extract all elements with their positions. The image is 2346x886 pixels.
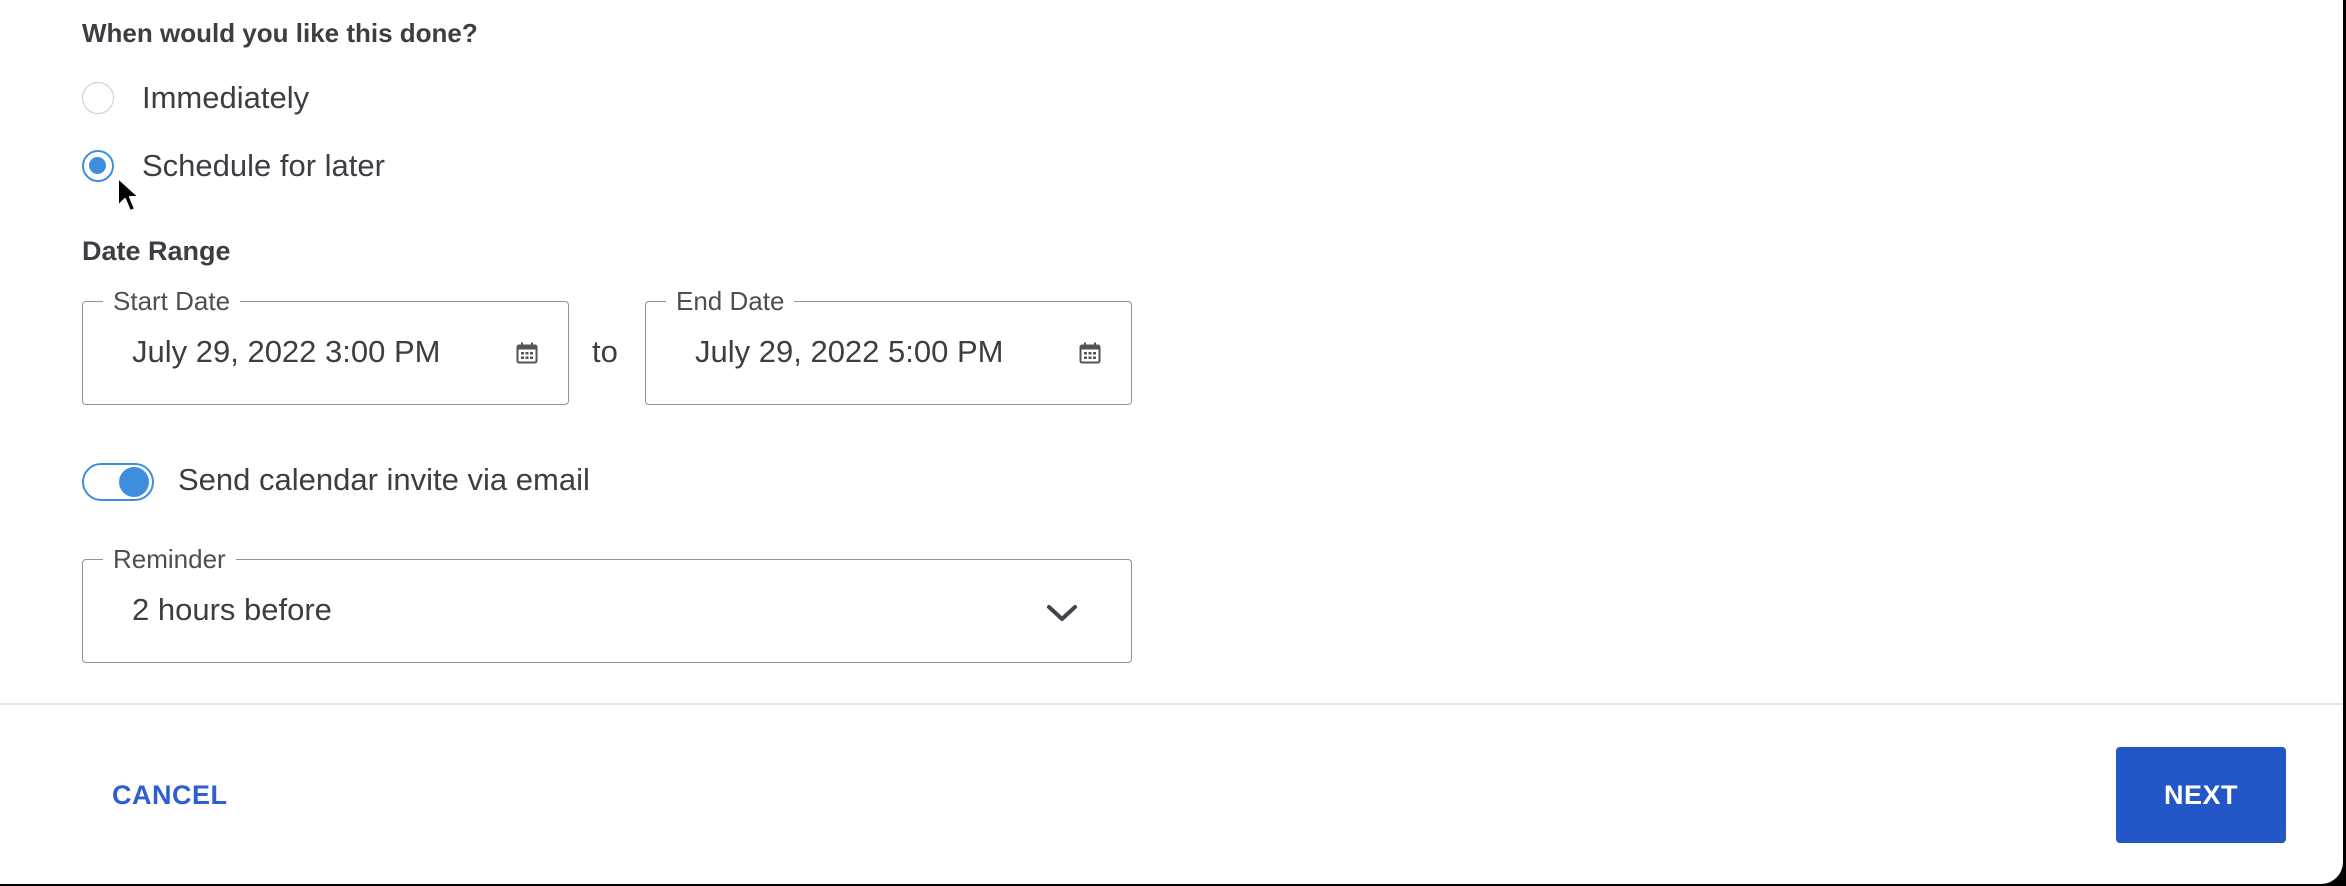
cancel-button[interactable]: CANCEL (98, 772, 242, 819)
reminder-value: 2 hours before (132, 592, 332, 627)
reminder-label: Reminder (103, 542, 236, 576)
radio-button-immediately[interactable] (82, 82, 114, 114)
start-date-label: Start Date (103, 284, 241, 318)
date-range-label: Date Range (82, 236, 231, 266)
calendar-icon[interactable] (1079, 342, 1101, 364)
radio-option-immediately[interactable]: Immediately (82, 80, 309, 116)
toggle-knob (119, 467, 149, 497)
start-date-field[interactable]: Start Date July 29, 2022 3:00 PM (82, 284, 569, 405)
calendar-invite-label: Send calendar invite via email (178, 462, 590, 497)
radio-label-immediately: Immediately (142, 80, 310, 115)
reminder-select[interactable]: Reminder 2 hours before (82, 542, 1132, 663)
start-date-value: July 29, 2022 3:00 PM (132, 334, 441, 369)
next-button[interactable]: NEXT (2116, 747, 2286, 843)
calendar-icon[interactable] (516, 342, 538, 364)
radio-button-schedule-for-later[interactable] (82, 150, 114, 182)
footer-divider (0, 703, 2343, 705)
radio-label-schedule-for-later: Schedule for later (142, 148, 385, 183)
date-range-separator: to (592, 334, 618, 369)
end-date-value: July 29, 2022 5:00 PM (695, 334, 1004, 369)
chevron-down-icon[interactable] (1045, 602, 1079, 624)
schedule-dialog: When would you like this done? Immediate… (0, 0, 2343, 884)
end-date-label: End Date (666, 284, 795, 318)
mouse-cursor-icon (117, 177, 140, 212)
calendar-invite-toggle[interactable] (82, 463, 154, 501)
timing-question: When would you like this done? (82, 18, 478, 48)
end-date-field[interactable]: End Date July 29, 2022 5:00 PM (645, 284, 1132, 405)
